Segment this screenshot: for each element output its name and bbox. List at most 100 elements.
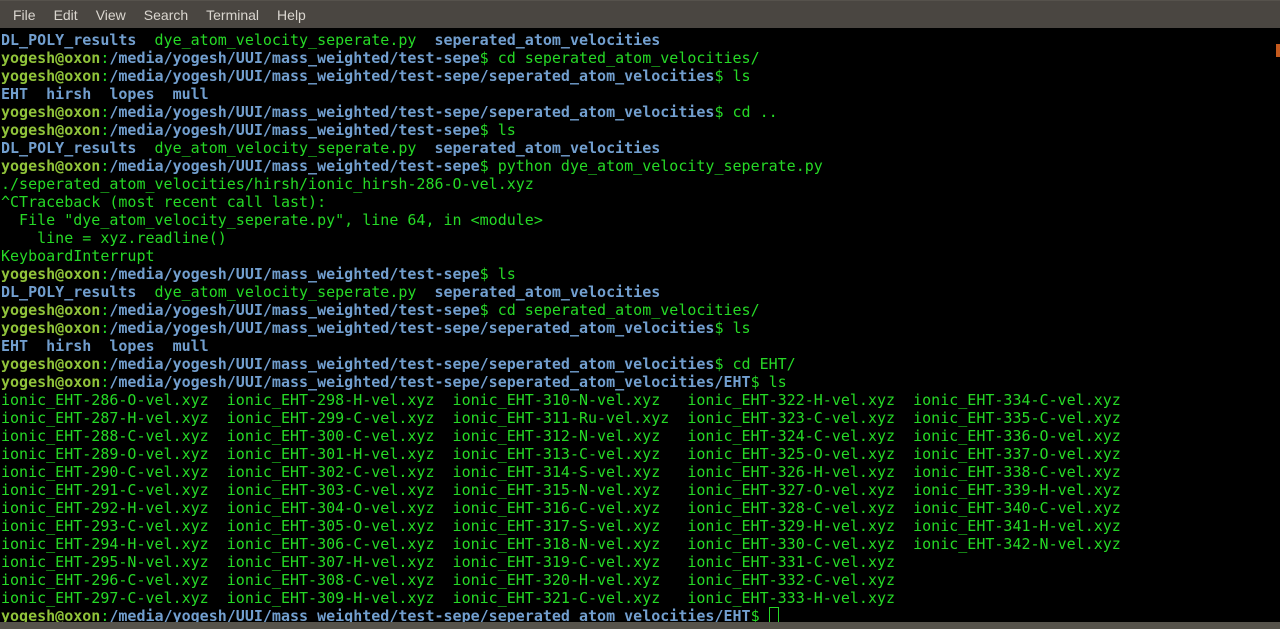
terminal-line: ionic_EHT-296-C-vel.xyz ionic_EHT-308-C-… <box>1 571 1280 589</box>
prompt-user: yogesh@oxon <box>1 157 101 175</box>
prompt-path: /media/yogesh/UUI/mass_weighted/test-sep… <box>109 319 715 337</box>
prompt-path: /media/yogesh/UUI/mass_weighted/test-sep… <box>109 121 480 139</box>
terminal-line: ionic_EHT-292-H-vel.xyz ionic_EHT-304-O-… <box>1 499 1280 517</box>
terminal-line: yogesh@oxon:/media/yogesh/UUI/mass_weigh… <box>1 67 1280 85</box>
terminal-line: yogesh@oxon:/media/yogesh/UUI/mass_weigh… <box>1 319 1280 337</box>
terminal-text: $ cd .. <box>714 103 778 121</box>
terminal-line: ionic_EHT-289-O-vel.xyz ionic_EHT-301-H-… <box>1 445 1280 463</box>
scrollbar-thumb[interactable] <box>1276 44 1280 57</box>
menu-item-help[interactable]: Help <box>268 4 315 26</box>
menu-item-view[interactable]: View <box>87 4 135 26</box>
terminal-text: ionic_EHT-296-C-vel.xyz ionic_EHT-308-C-… <box>1 571 896 589</box>
terminal-text: dye_atom_velocity_seperate.py <box>136 139 435 157</box>
terminal-line: yogesh@oxon:/media/yogesh/UUI/mass_weigh… <box>1 265 1280 283</box>
terminal-line: yogesh@oxon:/media/yogesh/UUI/mass_weigh… <box>1 121 1280 139</box>
terminal-line: DL_POLY_results dye_atom_velocity_sepera… <box>1 283 1280 301</box>
terminal-line: yogesh@oxon:/media/yogesh/UUI/mass_weigh… <box>1 607 1280 622</box>
terminal-text: $ ls <box>479 265 516 283</box>
directory-name: mull <box>172 85 209 103</box>
terminal-cursor <box>768 607 779 622</box>
terminal-line: ./seperated_atom_velocities/hirsh/ionic_… <box>1 175 1280 193</box>
terminal-line: ionic_EHT-293-C-vel.xyz ionic_EHT-305-O-… <box>1 517 1280 535</box>
terminal-line: ionic_EHT-286-O-vel.xyz ionic_EHT-298-H-… <box>1 391 1280 409</box>
terminal-line: ionic_EHT-290-C-vel.xyz ionic_EHT-302-C-… <box>1 463 1280 481</box>
terminal-line: yogesh@oxon:/media/yogesh/UUI/mass_weigh… <box>1 355 1280 373</box>
terminal-text: $ ls <box>714 319 751 337</box>
terminal-text: dye_atom_velocity_seperate.py <box>136 31 435 49</box>
terminal-line: yogesh@oxon:/media/yogesh/UUI/mass_weigh… <box>1 103 1280 121</box>
menu-item-search[interactable]: Search <box>135 4 197 26</box>
terminal-text: ionic_EHT-291-C-vel.xyz ionic_EHT-303-C-… <box>1 481 1121 499</box>
menu-item-edit[interactable]: Edit <box>45 4 87 26</box>
terminal-text: ionic_EHT-288-C-vel.xyz ionic_EHT-300-C-… <box>1 427 1121 445</box>
terminal-text: File "dye_atom_velocity_seperate.py", li… <box>1 211 543 229</box>
directory-name: EHT <box>1 85 29 103</box>
terminal-text: ionic_EHT-293-C-vel.xyz ionic_EHT-305-O-… <box>1 517 1121 535</box>
terminal-text: ionic_EHT-295-N-vel.xyz ionic_EHT-307-H-… <box>1 553 896 571</box>
terminal-line: yogesh@oxon:/media/yogesh/UUI/mass_weigh… <box>1 157 1280 175</box>
terminal-text: ionic_EHT-290-C-vel.xyz ionic_EHT-302-C-… <box>1 463 1121 481</box>
terminal-text: ionic_EHT-286-O-vel.xyz ionic_EHT-298-H-… <box>1 391 1121 409</box>
prompt-user: yogesh@oxon <box>1 319 101 337</box>
directory-name: DL_POLY_results <box>1 139 137 157</box>
prompt-path: /media/yogesh/UUI/mass_weighted/test-sep… <box>109 373 751 391</box>
terminal-line: yogesh@oxon:/media/yogesh/UUI/mass_weigh… <box>1 373 1280 391</box>
prompt-user: yogesh@oxon <box>1 265 101 283</box>
prompt-path: /media/yogesh/UUI/mass_weighted/test-sep… <box>109 607 751 622</box>
terminal-line: KeyboardInterrupt <box>1 247 1280 265</box>
terminal-line: ^CTraceback (most recent call last): <box>1 193 1280 211</box>
terminal-screen[interactable]: DL_POLY_results dye_atom_velocity_sepera… <box>0 28 1280 622</box>
terminal-text: $ python dye_atom_velocity_seperate.py <box>479 157 823 175</box>
prompt-user: yogesh@oxon <box>1 67 101 85</box>
terminal-line: yogesh@oxon:/media/yogesh/UUI/mass_weigh… <box>1 301 1280 319</box>
directory-name: lopes <box>109 85 155 103</box>
prompt-path: /media/yogesh/UUI/mass_weighted/test-sep… <box>109 355 715 373</box>
terminal-text: dye_atom_velocity_seperate.py <box>136 283 435 301</box>
terminal-line: DL_POLY_results dye_atom_velocity_sepera… <box>1 139 1280 157</box>
directory-name: DL_POLY_results <box>1 31 137 49</box>
terminal-text: $ cd EHT/ <box>714 355 796 373</box>
terminal-text: ./seperated_atom_velocities/hirsh/ionic_… <box>1 175 534 193</box>
bottom-edge <box>0 622 1280 629</box>
menu-bar: File Edit View Search Terminal Help <box>0 0 1280 28</box>
menu-item-terminal[interactable]: Terminal <box>197 4 268 26</box>
prompt-path: /media/yogesh/UUI/mass_weighted/test-sep… <box>109 49 480 67</box>
terminal-line: ionic_EHT-291-C-vel.xyz ionic_EHT-303-C-… <box>1 481 1280 499</box>
prompt-user: yogesh@oxon <box>1 373 101 391</box>
directory-name: seperated_atom_velocities <box>434 31 661 49</box>
terminal-text: ionic_EHT-287-H-vel.xyz ionic_EHT-299-C-… <box>1 409 1121 427</box>
terminal-text: ionic_EHT-292-H-vel.xyz ionic_EHT-304-O-… <box>1 499 1121 517</box>
terminal-line: EHT hirsh lopes mull <box>1 337 1280 355</box>
directory-name: seperated_atom_velocities <box>434 283 661 301</box>
prompt-user: yogesh@oxon <box>1 607 101 622</box>
prompt-path: /media/yogesh/UUI/mass_weighted/test-sep… <box>109 67 715 85</box>
terminal-line: DL_POLY_results dye_atom_velocity_sepera… <box>1 31 1280 49</box>
menu-item-file[interactable]: File <box>4 4 45 26</box>
terminal-text: $ ls <box>714 67 751 85</box>
prompt-path: /media/yogesh/UUI/mass_weighted/test-sep… <box>109 157 480 175</box>
terminal-line: EHT hirsh lopes mull <box>1 85 1280 103</box>
terminal-line: yogesh@oxon:/media/yogesh/UUI/mass_weigh… <box>1 49 1280 67</box>
terminal-text: ^CTraceback (most recent call last): <box>1 193 327 211</box>
directory-name: seperated_atom_velocities <box>434 139 661 157</box>
terminal-line: ionic_EHT-297-C-vel.xyz ionic_EHT-309-H-… <box>1 589 1280 607</box>
prompt-user: yogesh@oxon <box>1 121 101 139</box>
terminal-line: ionic_EHT-295-N-vel.xyz ionic_EHT-307-H-… <box>1 553 1280 571</box>
terminal-line: File "dye_atom_velocity_seperate.py", li… <box>1 211 1280 229</box>
terminal-text: $ ls <box>479 121 516 139</box>
directory-name: lopes <box>109 337 155 355</box>
directory-name: DL_POLY_results <box>1 283 137 301</box>
prompt-path: /media/yogesh/UUI/mass_weighted/test-sep… <box>109 301 480 319</box>
prompt-user: yogesh@oxon <box>1 355 101 373</box>
prompt-user: yogesh@oxon <box>1 103 101 121</box>
terminal-line: ionic_EHT-294-H-vel.xyz ionic_EHT-306-C-… <box>1 535 1280 553</box>
terminal-text: $ <box>750 607 769 622</box>
directory-name: hirsh <box>46 85 92 103</box>
terminal-text: KeyboardInterrupt <box>1 247 155 265</box>
directory-name: hirsh <box>46 337 92 355</box>
